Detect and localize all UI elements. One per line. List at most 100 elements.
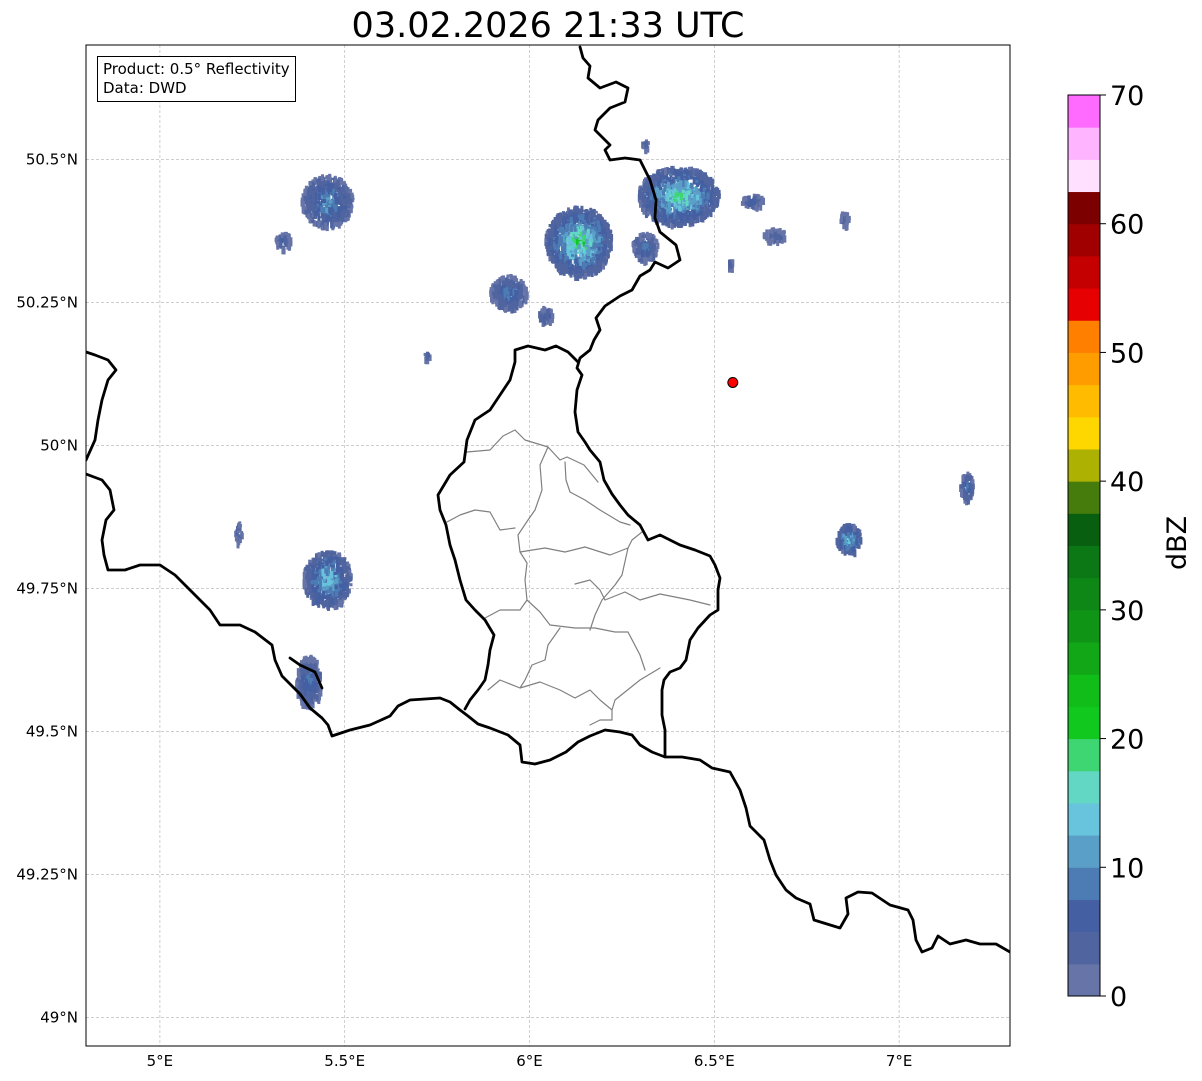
echo-pixel — [847, 532, 851, 539]
echo-pixel — [563, 242, 567, 251]
echo-pixel — [668, 193, 672, 198]
echo-pixel — [655, 239, 659, 245]
echo-pixel — [519, 288, 523, 294]
colorbar-tick-label: 20 — [1110, 725, 1144, 756]
colorbar-segment — [1068, 642, 1100, 675]
echo-pixel — [310, 692, 314, 696]
echo-pixel — [325, 207, 329, 214]
echo-pixel — [641, 187, 645, 191]
echo-pixel — [518, 300, 522, 309]
colorbar-segment — [1068, 223, 1100, 257]
echo-pixel — [572, 212, 576, 220]
echo-pixel — [565, 270, 569, 274]
echo-pixel — [579, 261, 583, 266]
echo-pixel — [568, 210, 572, 215]
echo-pixel — [638, 233, 642, 238]
echo-pixel — [314, 562, 318, 566]
colorbar-tick-label: 40 — [1110, 467, 1144, 498]
echo-pixel — [749, 199, 753, 206]
echo-pixel — [609, 230, 613, 233]
echo-pixel — [664, 175, 668, 179]
echo-pixel — [322, 579, 326, 583]
echo-pixel — [319, 582, 322, 590]
colorbar-segment — [1068, 255, 1100, 289]
echo-pixel — [515, 292, 519, 295]
echo-pixel — [240, 533, 244, 538]
echo-pixel — [648, 201, 652, 208]
echo-pixel — [677, 220, 680, 228]
echo-pixel — [698, 197, 702, 205]
radar-site-marker — [727, 376, 739, 388]
colorbar-segment — [1068, 159, 1100, 193]
echo-pixel — [704, 204, 708, 213]
echo-pixel — [548, 319, 552, 326]
echo-pixel — [667, 221, 671, 229]
echo-pixel — [343, 594, 347, 599]
echo-pixel — [334, 204, 338, 213]
echo-pixel — [783, 235, 787, 243]
echo-pixel — [705, 189, 709, 193]
lat-tick-label: 50.25°N — [16, 293, 78, 311]
echo-pixel — [858, 532, 862, 537]
echo-pixel — [578, 259, 582, 263]
echo-pixel — [580, 226, 584, 230]
echo-pixel — [845, 546, 849, 551]
echo-pixel — [675, 183, 679, 190]
echo-pixel — [312, 195, 315, 203]
echo-pixel — [500, 289, 504, 293]
echo-pixel — [685, 208, 689, 211]
echo-pixel — [602, 251, 606, 254]
echo-pixel — [754, 205, 758, 210]
echo-pixel — [288, 240, 292, 247]
echo-pixel — [328, 200, 332, 204]
echo-pixel — [695, 179, 699, 183]
echo-pixel — [339, 561, 343, 565]
echo-pixel — [776, 228, 780, 234]
echo-cell — [728, 259, 735, 273]
colorbar-tick-label: 60 — [1110, 210, 1144, 241]
echo-pixel — [326, 174, 330, 177]
echo-pixel — [337, 210, 340, 219]
echo-pixel — [324, 222, 328, 231]
echo-pixel — [517, 285, 521, 290]
echo-pixel — [597, 225, 601, 232]
echo-pixel — [842, 534, 846, 538]
echo-pixel — [659, 172, 663, 175]
echo-pixel — [681, 190, 685, 194]
lat-tick-label: 49.25°N — [16, 865, 78, 883]
echo-pixel — [696, 195, 700, 201]
colorbar-segment — [1068, 320, 1100, 353]
echo-pixel — [971, 479, 975, 483]
echo-pixel — [320, 176, 324, 182]
echo-pixel — [338, 191, 342, 197]
echo-pixel — [569, 216, 573, 224]
echo-pixel — [576, 207, 580, 211]
echo-pixel — [696, 216, 700, 224]
lon-tick-label: 6°E — [516, 1052, 543, 1070]
echo-pixel — [589, 226, 593, 230]
echo-pixel — [588, 214, 592, 220]
echo-pixel — [840, 214, 844, 222]
echo-pixel — [314, 571, 317, 575]
echo-pixel — [323, 595, 327, 600]
echo-pixel — [325, 570, 329, 577]
echo-pixel — [649, 255, 653, 260]
map-background — [86, 45, 1010, 1046]
echo-pixel — [505, 287, 509, 295]
echo-pixel — [555, 230, 559, 235]
echo-pixel — [762, 232, 766, 239]
echo-pixel — [709, 200, 713, 206]
echo-pixel — [515, 304, 519, 311]
echo-pixel — [715, 201, 719, 208]
echo-pixel — [570, 232, 574, 238]
echo-pixel — [685, 193, 688, 201]
echo-pixel — [551, 256, 555, 262]
echo-pixel — [662, 190, 665, 196]
echo-pixel — [577, 214, 581, 218]
echo-pixel — [638, 199, 642, 204]
echo-pixel — [329, 570, 333, 579]
echo-pixel — [589, 241, 593, 247]
echo-pixel — [570, 264, 574, 271]
echo-pixel — [524, 296, 528, 305]
echo-pixel — [669, 214, 673, 219]
